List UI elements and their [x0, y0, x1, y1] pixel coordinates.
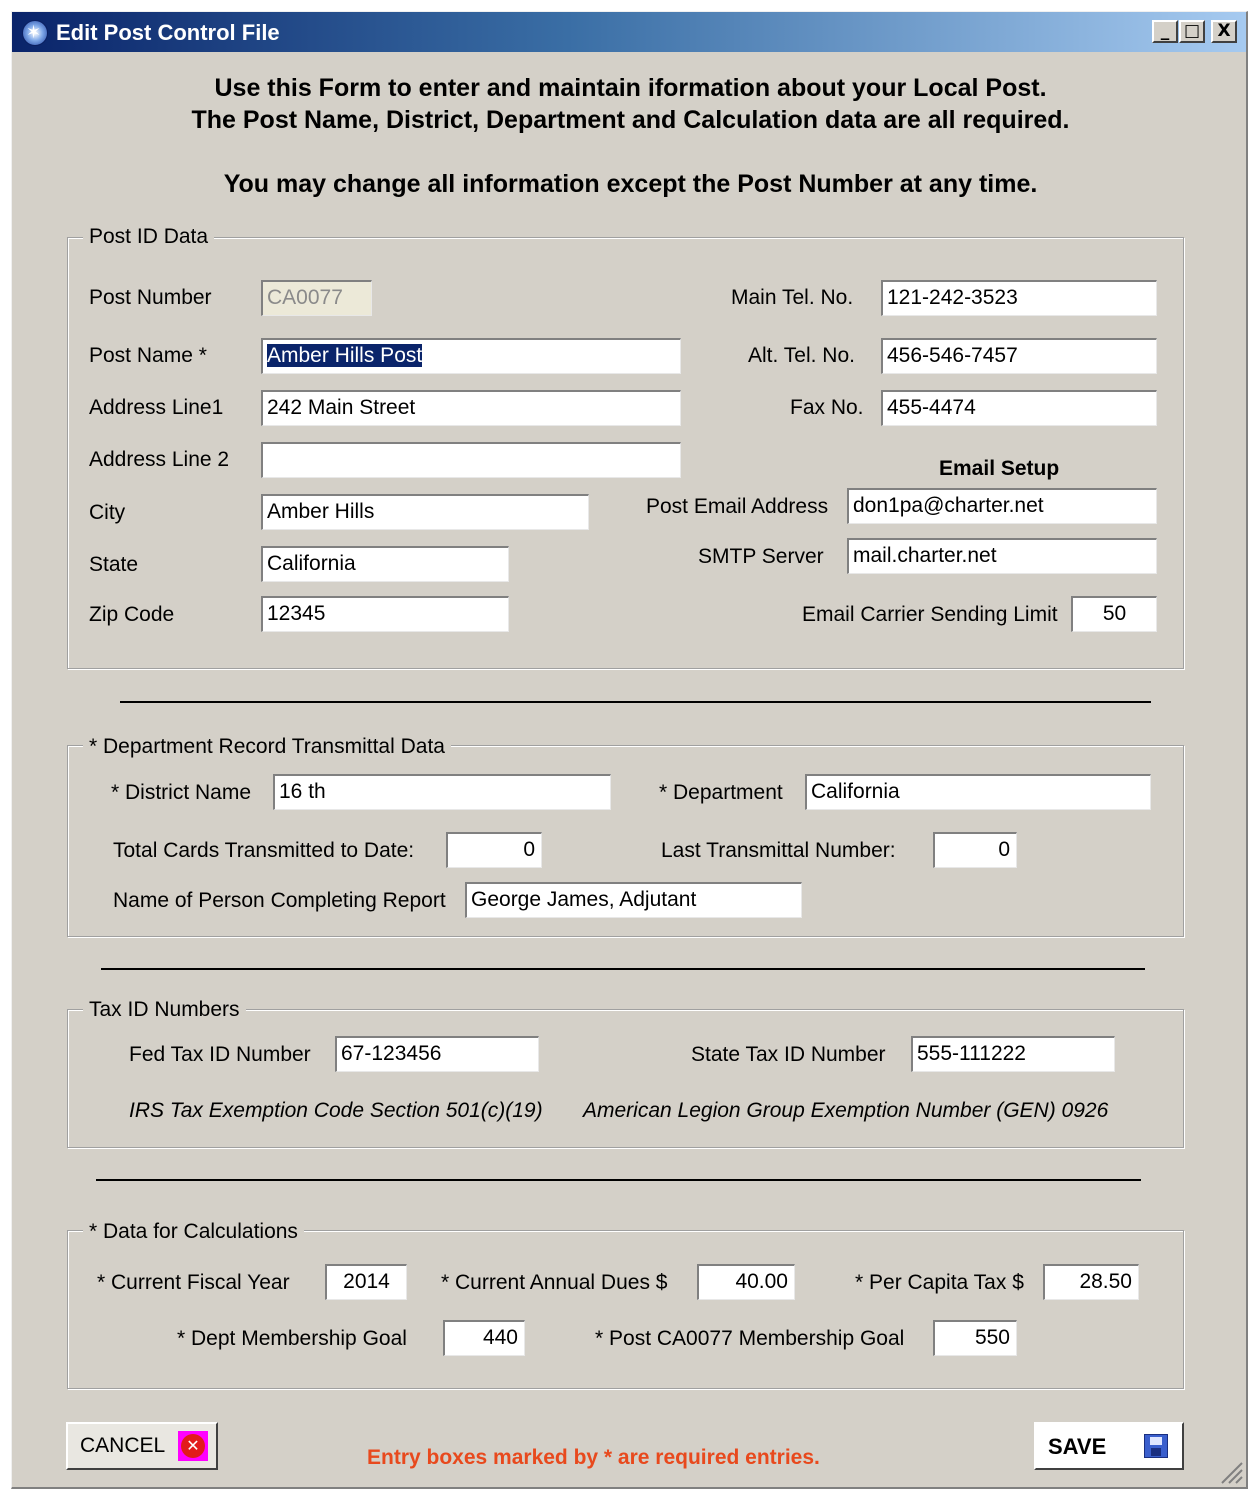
- calculations-legend: * Data for Calculations: [83, 1220, 304, 1244]
- main-tel-label: Main Tel. No.: [731, 286, 854, 309]
- maximize-button[interactable]: □: [1179, 20, 1205, 43]
- fax-field[interactable]: 455-4474: [881, 390, 1157, 426]
- fed-tax-id-label: Fed Tax ID Number: [129, 1043, 311, 1066]
- state-tax-id-label: State Tax ID Number: [691, 1043, 886, 1066]
- tax-id-legend: Tax ID Numbers: [83, 998, 246, 1022]
- post-goal-label: * Post CA0077 Membership Goal: [595, 1327, 905, 1350]
- zip-code-label: Zip Code: [89, 603, 175, 626]
- sending-limit-label: Email Carrier Sending Limit: [802, 603, 1058, 626]
- annual-dues-field[interactable]: 40.00: [697, 1264, 795, 1300]
- state-label: State: [89, 553, 139, 576]
- fax-label: Fax No.: [790, 396, 864, 419]
- smtp-server-field[interactable]: mail.charter.net: [847, 538, 1157, 574]
- instructions-line-3: You may change all information except th…: [223, 170, 1038, 198]
- email-setup-heading: Email Setup: [939, 457, 1060, 480]
- post-name-label: Post Name *: [89, 344, 207, 367]
- cancel-icon: ✕: [178, 1431, 208, 1461]
- department-field[interactable]: California: [805, 774, 1151, 810]
- alt-tel-field[interactable]: 456-546-7457: [881, 338, 1157, 374]
- address-line1-label: Address Line1: [89, 396, 224, 419]
- dept-goal-field[interactable]: 440: [443, 1320, 525, 1356]
- city-field[interactable]: Amber Hills: [261, 494, 589, 530]
- floppy-disk-icon: [1144, 1434, 1168, 1458]
- app-globe-icon: [22, 20, 48, 46]
- edit-post-control-window: Edit Post Control File _ □ X Use this Fo…: [11, 11, 1248, 1489]
- smtp-server-label: SMTP Server: [698, 545, 824, 568]
- post-number-label: Post Number: [89, 286, 212, 309]
- city-label: City: [89, 501, 126, 524]
- cancel-button[interactable]: CANCEL ✕: [66, 1422, 218, 1470]
- fed-tax-id-field[interactable]: 67-123456: [335, 1036, 539, 1072]
- minimize-button[interactable]: _: [1152, 20, 1178, 43]
- district-name-field[interactable]: 16 th: [273, 774, 611, 810]
- instructions-line-1: Use this Form to enter and maintain ifor…: [214, 74, 1047, 102]
- post-name-value: Amber Hills Post: [267, 344, 423, 367]
- divider-1: [120, 701, 1151, 703]
- department-legend: * Department Record Transmittal Data: [83, 735, 451, 759]
- resize-grip-icon[interactable]: [1218, 1459, 1244, 1485]
- required-entries-note: Entry boxes marked by * are required ent…: [367, 1446, 820, 1469]
- last-transmittal-field[interactable]: 0: [933, 832, 1017, 868]
- address-line1-field[interactable]: 242 Main Street: [261, 390, 681, 426]
- total-cards-label: Total Cards Transmitted to Date:: [113, 839, 415, 862]
- instructions-line-2: The Post Name, District, Department and …: [191, 106, 1070, 134]
- title-bar[interactable]: Edit Post Control File _ □ X: [12, 12, 1246, 52]
- save-button[interactable]: SAVE: [1034, 1422, 1184, 1470]
- main-tel-field[interactable]: 121-242-3523: [881, 280, 1157, 316]
- divider-3: [96, 1179, 1141, 1181]
- dept-goal-label: * Dept Membership Goal: [177, 1327, 407, 1350]
- address-line2-label: Address Line 2: [89, 448, 230, 471]
- annual-dues-label: * Current Annual Dues $: [441, 1271, 668, 1294]
- total-cards-field[interactable]: 0: [446, 832, 542, 868]
- department-label: * Department: [659, 781, 783, 804]
- last-transmittal-label: Last Transmittal Number:: [661, 839, 896, 862]
- sending-limit-field[interactable]: 50: [1071, 596, 1157, 632]
- email-address-field[interactable]: don1pa@charter.net: [847, 488, 1157, 524]
- save-button-label: SAVE: [1048, 1434, 1107, 1459]
- state-tax-id-field[interactable]: 555-111222: [911, 1036, 1115, 1072]
- close-button[interactable]: X: [1211, 20, 1237, 43]
- per-capita-tax-field[interactable]: 28.50: [1043, 1264, 1139, 1300]
- email-address-label: Post Email Address: [646, 495, 829, 518]
- post-number-field: CA0077: [261, 280, 372, 316]
- state-field[interactable]: California: [261, 546, 509, 582]
- gen-exemption-note: American Legion Group Exemption Number (…: [583, 1099, 1109, 1122]
- tax-id-group: [67, 1009, 1184, 1148]
- person-completing-field[interactable]: George James, Adjutant: [465, 882, 802, 918]
- district-name-label: * District Name: [111, 781, 252, 804]
- window-title: Edit Post Control File: [56, 20, 280, 45]
- post-id-legend: Post ID Data: [83, 225, 215, 249]
- per-capita-tax-label: * Per Capita Tax $: [855, 1271, 1024, 1294]
- fiscal-year-label: * Current Fiscal Year: [97, 1271, 290, 1294]
- calculations-group: [67, 1230, 1184, 1389]
- zip-code-field[interactable]: 12345: [261, 596, 509, 632]
- fiscal-year-field[interactable]: 2014: [325, 1264, 407, 1300]
- cancel-button-label: CANCEL: [80, 1434, 166, 1457]
- irs-exemption-note: IRS Tax Exemption Code Section 501(c)(19…: [129, 1099, 543, 1122]
- post-goal-field[interactable]: 550: [933, 1320, 1017, 1356]
- divider-2: [101, 968, 1145, 970]
- address-line2-field[interactable]: [261, 442, 681, 478]
- post-name-field[interactable]: Amber Hills Post: [261, 338, 681, 374]
- alt-tel-label: Alt. Tel. No.: [748, 344, 855, 367]
- person-completing-label: Name of Person Completing Report: [113, 889, 446, 912]
